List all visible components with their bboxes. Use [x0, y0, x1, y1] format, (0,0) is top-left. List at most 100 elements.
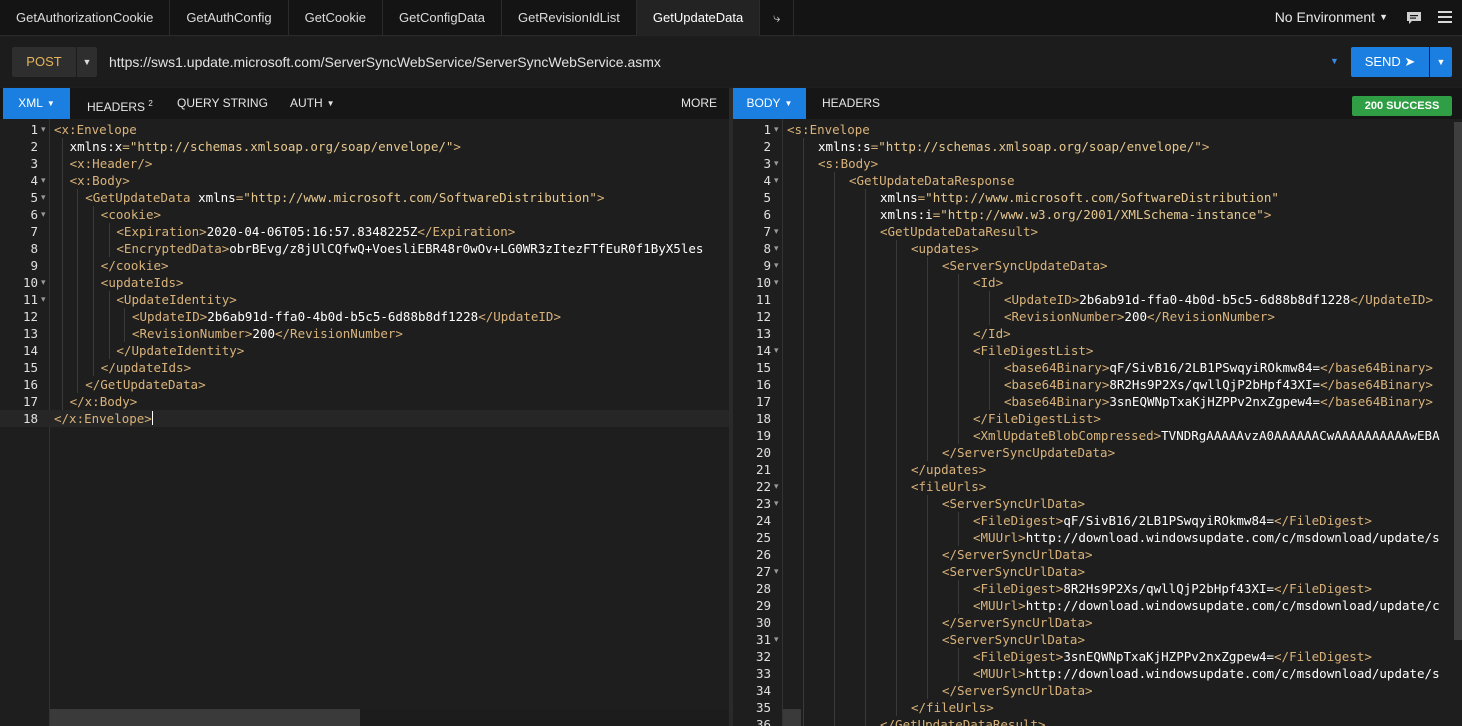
indent-guide — [108, 342, 110, 359]
menu-icon[interactable] — [1438, 11, 1452, 23]
tab-response-body[interactable]: BODY ▼ — [733, 88, 806, 119]
fold-toggle-icon[interactable]: ▾ — [41, 172, 46, 189]
chevron-down-icon[interactable]: ▼ — [77, 47, 97, 77]
code-token: <FileDigest> — [973, 581, 1064, 596]
line-number: 27 — [755, 564, 771, 579]
response-body-editor[interactable]: 1 ▾ <s:Envelope 2 xmlns:s="http://schemas.xm… — [733, 119, 1462, 726]
send-options-chevron-icon[interactable]: ▼ — [1430, 47, 1452, 77]
indent-guide — [802, 444, 804, 461]
request-tab[interactable]: GetAuthorizationCookie — [0, 0, 171, 36]
indent-guide — [895, 274, 897, 291]
code-token: 2b6ab91d-ffa0-4b0d-b5c5-6d88b8df1228 — [1079, 292, 1351, 307]
indent-guide — [108, 325, 110, 342]
tab-auth[interactable]: AUTH ▼ — [290, 88, 335, 119]
chat-icon[interactable] — [1406, 10, 1422, 26]
indent-guide — [957, 529, 959, 546]
line-number: 30 — [755, 615, 771, 630]
indent-guide — [957, 376, 959, 393]
tab-xml-body[interactable]: XML ▼ — [3, 88, 70, 119]
indent-guide — [864, 376, 866, 393]
code-line: </GetUpdateDataResult> — [880, 716, 1046, 726]
indent-guide — [926, 631, 928, 648]
fold-toggle-icon[interactable]: ▾ — [41, 189, 46, 206]
code-token: xmlns:x — [69, 139, 123, 154]
scrollbar-thumb[interactable] — [783, 709, 801, 726]
request-tab[interactable]: GetAuthConfig — [170, 0, 289, 36]
indent-guide — [802, 461, 804, 478]
fold-toggle-icon[interactable]: ▾ — [41, 274, 46, 291]
chevron-down-icon[interactable]: ▼ — [1330, 56, 1339, 66]
code-line: </Id> — [973, 325, 1011, 342]
line-number: 13 — [755, 326, 771, 341]
code-line: <cookie> — [101, 206, 161, 223]
indent-guide — [957, 580, 959, 597]
line-number: 33 — [755, 666, 771, 681]
fold-toggle-icon[interactable]: ▾ — [774, 240, 779, 257]
code-line: <updateIds> — [101, 274, 184, 291]
line-number: 22 — [755, 479, 771, 494]
fold-toggle-icon[interactable]: ▾ — [774, 155, 779, 172]
line-number: 29 — [755, 598, 771, 613]
request-tab[interactable]: GetUpdateData — [636, 0, 761, 36]
fold-toggle-icon[interactable]: ▾ — [774, 342, 779, 359]
code-token: <FileDigest> — [973, 513, 1064, 528]
indent-guide — [895, 410, 897, 427]
fold-toggle-icon[interactable]: ▾ — [774, 563, 779, 580]
code-token: 3snEQWNpTxaKjHZPPv2nxZgpew4= — [1063, 649, 1275, 664]
url-input[interactable] — [109, 47, 1319, 77]
fold-toggle-icon[interactable]: ▾ — [774, 257, 779, 274]
tab-headers[interactable]: HEADERS 2 — [87, 88, 153, 119]
indent-guide — [833, 546, 835, 563]
scrollbar-thumb[interactable] — [50, 709, 360, 726]
indent-guide — [895, 631, 897, 648]
code-token: <ServerSyncUrlData> — [942, 496, 1085, 511]
line-number: 14 — [755, 343, 771, 358]
code-token: <GetUpdateDataResponse — [849, 173, 1015, 188]
indent-guide — [77, 342, 79, 359]
fold-toggle-icon[interactable]: ▾ — [41, 206, 46, 223]
scrollbar-thumb[interactable] — [1454, 122, 1462, 640]
code-token: <FileDigest> — [973, 649, 1064, 664]
fold-toggle-icon[interactable]: ▾ — [774, 121, 779, 138]
new-tab-icon[interactable]: ⤷ — [760, 0, 795, 36]
fold-toggle-icon[interactable]: ▾ — [774, 172, 779, 189]
tab-query-string[interactable]: QUERY STRING — [177, 88, 268, 119]
indent-guide — [957, 325, 959, 342]
fold-toggle-icon[interactable]: ▾ — [774, 495, 779, 512]
line-number: 15 — [755, 360, 771, 375]
fold-toggle-icon[interactable]: ▾ — [774, 478, 779, 495]
request-tab[interactable]: GetConfigData — [383, 0, 503, 36]
code-line: <UpdateID>2b6ab91d-ffa0-4b0d-b5c5-6d88b8… — [132, 308, 561, 325]
code-token: <UpdateID> — [1004, 292, 1080, 307]
line-number: 11 — [755, 292, 771, 307]
indent-guide — [895, 342, 897, 359]
fold-toggle-icon[interactable]: ▾ — [774, 223, 779, 240]
code-line: xmlns:s="http://schemas.xmlsoap.org/soap… — [818, 138, 1209, 155]
indent-guide — [895, 257, 897, 274]
environment-dropdown[interactable]: No Environment ▼ — [1275, 0, 1388, 36]
indent-guide — [802, 682, 804, 699]
tab-response-headers[interactable]: HEADERS — [822, 88, 880, 119]
indent-guide — [833, 648, 835, 665]
indent-guide — [864, 716, 866, 726]
fold-toggle-icon[interactable]: ▾ — [774, 631, 779, 648]
code-line: <base64Binary>qF/SivB16/2LB1PSwqyiROkmw8… — [1004, 359, 1433, 376]
request-tab[interactable]: GetCookie — [289, 0, 384, 36]
code-token: </UpdateIdentity> — [116, 343, 245, 358]
code-token: > — [1263, 207, 1272, 222]
indent-guide — [833, 223, 835, 240]
request-body-editor[interactable]: 1 ▾ <x:Envelope 2 xmlns:x="http://schemas.xm… — [0, 119, 729, 726]
request-tab[interactable]: GetRevisionIdList — [502, 0, 637, 36]
code-token: <Expiration> — [116, 224, 207, 239]
code-token: <fileUrls> — [911, 479, 987, 494]
fold-toggle-icon[interactable]: ▾ — [774, 274, 779, 291]
send-button[interactable]: SEND ➤ — [1351, 47, 1429, 77]
fold-toggle-icon[interactable]: ▾ — [41, 291, 46, 308]
code-token: <RevisionNumber> — [132, 326, 253, 341]
indent-guide — [93, 257, 94, 274]
fold-toggle-icon[interactable]: ▾ — [41, 121, 46, 138]
indent-guide — [926, 291, 928, 308]
indent-guide — [926, 325, 928, 342]
tab-more[interactable]: MORE — [681, 88, 717, 119]
method-select[interactable]: POST — [12, 47, 76, 77]
